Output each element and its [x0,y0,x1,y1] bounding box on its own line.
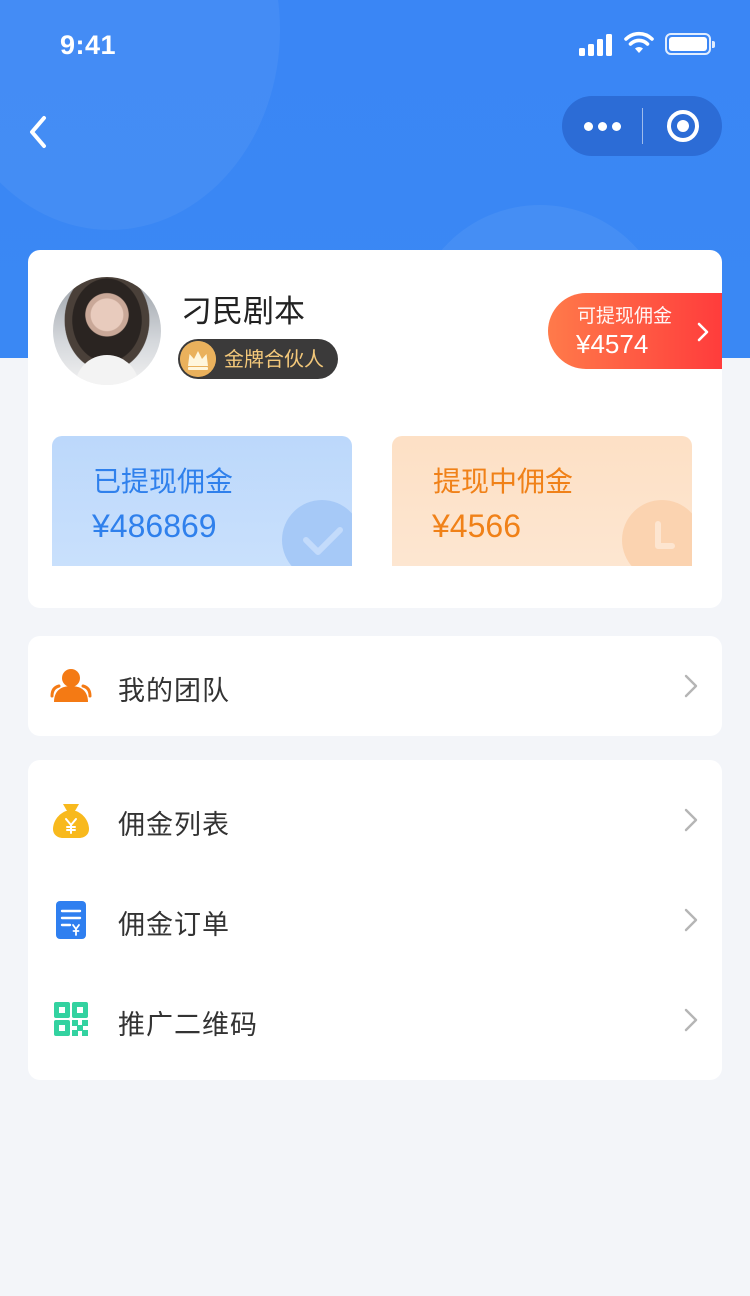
battery-icon [665,33,715,55]
chevron-right-icon [684,808,698,832]
close-button[interactable] [643,96,722,156]
menu-item-promo-qr-code[interactable]: 推广二维码 [28,970,722,1070]
more-button[interactable] [562,96,642,156]
money-bag-icon [53,804,89,838]
back-arrow-icon[interactable] [22,112,58,152]
clock-icon [622,500,692,566]
menu-label: 佣金列表 [118,810,230,841]
pending-commission-card[interactable]: 提现中佣金 ¥4566 [392,436,692,566]
target-icon [666,110,699,142]
pending-label: 提现中佣金 [433,465,574,498]
order-icon [56,901,86,939]
withdrawn-label: 已提现佣金 [93,465,234,498]
withdrawable-label: 可提现佣金 [577,305,673,327]
wifi-icon [624,31,654,53]
avatar [53,277,161,385]
signal-icon [579,34,615,56]
menu-item-commission-list[interactable]: 佣金列表 [28,770,722,870]
profile-card: 刁民剧本 金牌合伙人 可提现佣金 ¥4574 已提现佣金 ¥486869 提现中… [28,250,722,608]
badge-label: 金牌合伙人 [224,347,324,371]
chevron-right-icon [684,1008,698,1032]
team-card: 我的团队 [28,636,722,736]
mini-program-capsule [562,96,722,156]
crown-icon [180,341,216,377]
status-time: 9:41 [60,30,117,60]
partner-badge: 金牌合伙人 [178,339,338,379]
withdrawable-amount: ¥4574 [576,329,649,359]
menu-item-my-team[interactable]: 我的团队 [28,636,722,736]
menu-item-commission-orders[interactable]: 佣金订单 [28,870,722,970]
chevron-right-icon [684,908,698,932]
menu-label: 我的团队 [118,676,230,707]
withdrawn-commission-card[interactable]: 已提现佣金 ¥486869 [52,436,352,566]
chevron-right-icon [697,322,709,342]
withdrawn-amount: ¥486869 [92,508,217,544]
user-name: 刁民剧本 [181,294,305,330]
chevron-right-icon [684,674,698,698]
menu-label: 推广二维码 [118,1010,258,1041]
check-icon [282,500,352,566]
more-dot-icon [583,121,593,131]
commission-menu-card: 佣金列表 佣金订单 推广二维码 [28,760,722,1080]
status-bar: 9:41 [0,0,750,88]
pending-amount: ¥4566 [432,508,521,544]
withdrawable-commission-button[interactable]: 可提现佣金 ¥4574 [548,293,722,369]
menu-label: 佣金订单 [118,910,230,941]
team-icon [50,669,92,702]
qr-code-icon [54,1002,88,1036]
